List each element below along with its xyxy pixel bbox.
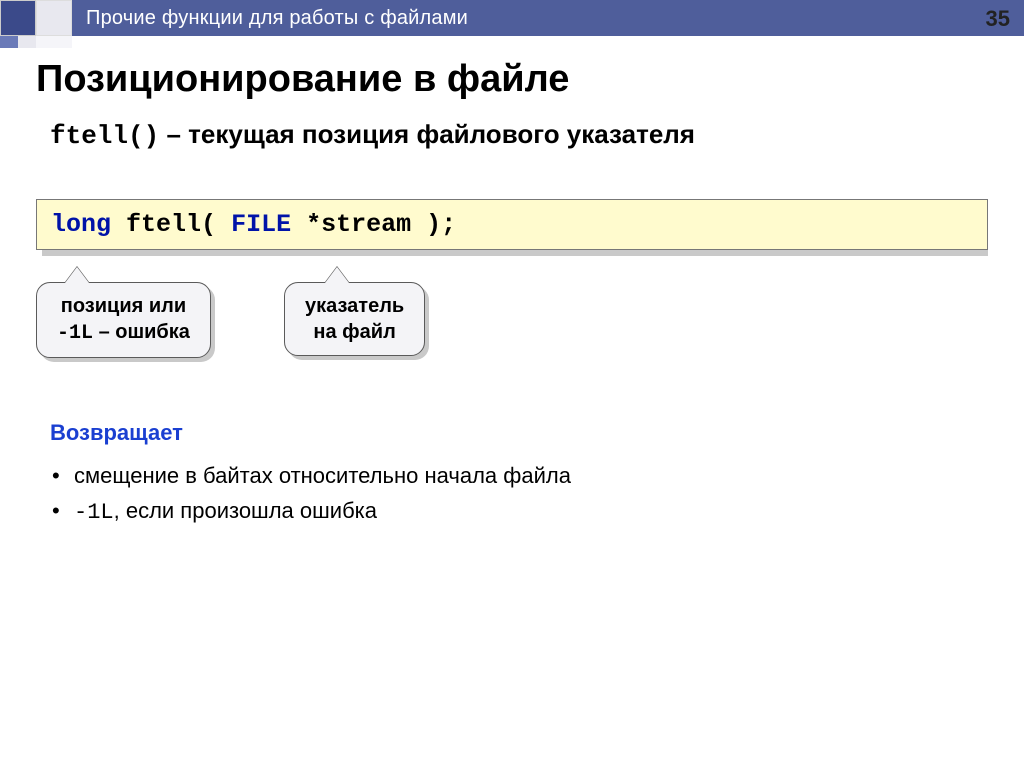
callout-line: позиция или: [57, 293, 190, 319]
signature-rest: *stream );: [306, 210, 456, 239]
list-item: -1L, если произошла ошибка: [50, 493, 988, 530]
signature-box: long ftell( FILE *stream );: [36, 199, 988, 250]
callout-file-pointer: указатель на файл: [284, 282, 425, 356]
callout-line: -1L – ошибка: [57, 319, 190, 347]
returns-header: Возвращает: [50, 420, 988, 446]
func-call: ftell(: [126, 210, 216, 239]
callout-line: на файл: [305, 319, 404, 345]
code-literal: -1L: [74, 500, 114, 525]
breadcrumb: Прочие функции для работы с файлами: [72, 0, 1024, 36]
dash: –: [166, 119, 180, 149]
subtitle: ftell() – текущая позиция файлового указ…: [50, 119, 988, 151]
top-bar: Прочие функции для работы с файлами 35: [0, 0, 1024, 48]
callout-tail: – ошибка: [93, 321, 190, 343]
returns-section: Возвращает смещение в байтах относительн…: [50, 420, 988, 530]
func-desc: текущая позиция файлового указателя: [188, 119, 695, 149]
code-literal: -1L: [57, 322, 93, 345]
list-text: , если произошла ошибка: [114, 498, 377, 523]
keyword-long: long: [51, 210, 111, 239]
keyword-file: FILE: [231, 210, 291, 239]
callouts: позиция или -1L – ошибка указатель на фа…: [36, 270, 988, 380]
callout-return-value: позиция или -1L – ошибка: [36, 282, 211, 358]
page-title: Позиционирование в файле: [36, 58, 988, 101]
logo-icon: [0, 0, 72, 48]
slide: Прочие функции для работы с файлами 35 П…: [0, 0, 1024, 767]
list-item: смещение в байтах относительно начала фа…: [50, 458, 988, 493]
page-number: 35: [986, 6, 1010, 32]
callout-line: указатель: [305, 293, 404, 319]
signature-code: long ftell( FILE *stream );: [36, 199, 988, 250]
func-name: ftell(): [50, 121, 159, 151]
returns-list: смещение в байтах относительно начала фа…: [50, 458, 988, 530]
content: Позиционирование в файле ftell() – текущ…: [36, 58, 988, 530]
list-text: смещение в байтах относительно начала фа…: [74, 463, 571, 488]
